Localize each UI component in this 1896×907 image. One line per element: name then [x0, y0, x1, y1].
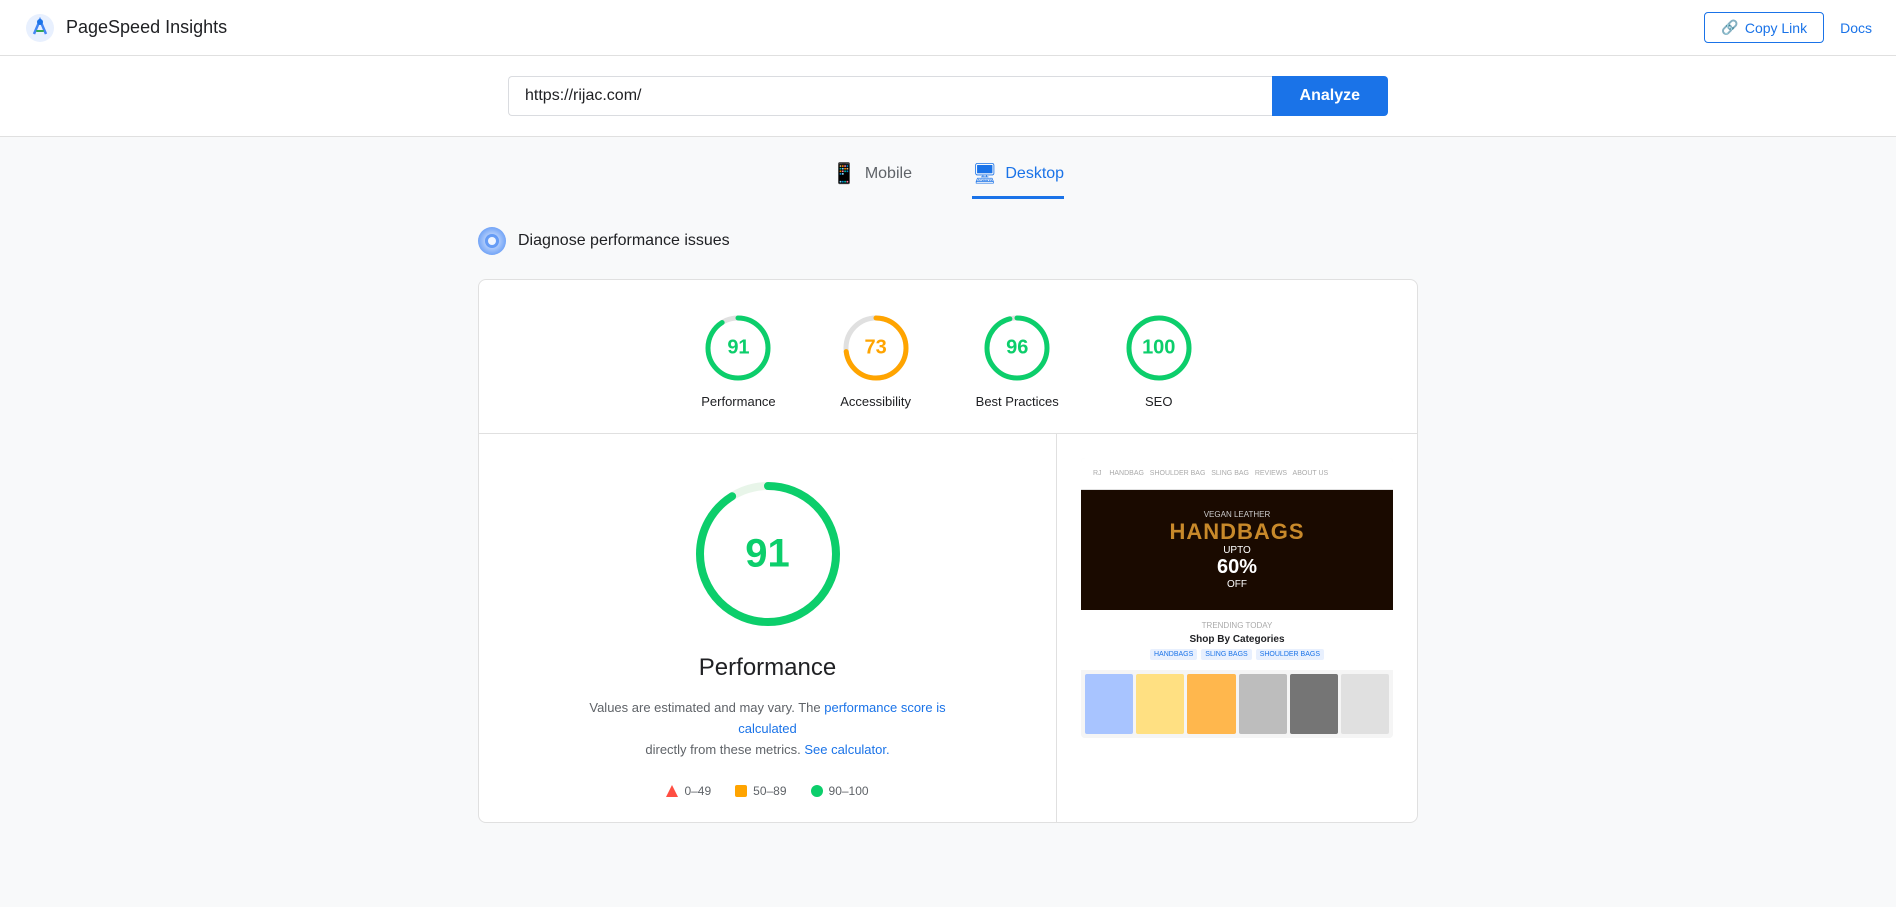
- detail-title: Performance: [699, 654, 836, 682]
- desc-mid: directly from these metrics.: [645, 742, 800, 757]
- score-item-performance: 91 Performance: [701, 312, 775, 409]
- screenshot-nav: RJ HANDBAG SHOULDER BAG SLING BAG REVIEW…: [1081, 458, 1393, 490]
- screenshot-nav-text: RJ HANDBAG SHOULDER BAG SLING BAG REVIEW…: [1093, 470, 1328, 477]
- screenshot-thumbnails: [1081, 670, 1393, 738]
- cat-tags: HANDBAGS SLING BAGS SHOULDER BAGS: [1150, 649, 1324, 660]
- big-gauge-value: 91: [745, 532, 790, 577]
- detail-right: RJ HANDBAG SHOULDER BAG SLING BAG REVIEW…: [1057, 434, 1417, 822]
- header-actions: 🔗 Copy Link Docs: [1704, 12, 1872, 43]
- diagnose-text: Diagnose performance issues: [518, 232, 730, 250]
- trending-title: TRENDING TODAY: [1202, 621, 1273, 630]
- thumb-2: [1136, 674, 1184, 734]
- legend-fail: 0–49: [666, 784, 711, 798]
- url-input[interactable]: [508, 76, 1272, 116]
- banner-upto: UPTO: [1169, 545, 1304, 556]
- diagnose-banner: Diagnose performance issues: [478, 223, 1418, 259]
- banner-handbags: HANDBAGS: [1169, 519, 1304, 545]
- link-icon: 🔗: [1721, 19, 1738, 36]
- desc-static: Values are estimated and may vary. The: [589, 700, 820, 715]
- thumb-4: [1239, 674, 1287, 734]
- shop-title: Shop By Categories: [1189, 634, 1284, 645]
- legend-average: 50–89: [735, 784, 786, 798]
- main-content: 📱 Mobile 🖥 Desktop Diagnose performance …: [458, 137, 1438, 847]
- analyze-button[interactable]: Analyze: [1272, 76, 1388, 116]
- legend-average-label: 50–89: [753, 784, 786, 798]
- good-icon: [811, 785, 823, 797]
- gauge-value-performance: 91: [727, 337, 749, 360]
- copy-link-label: Copy Link: [1745, 20, 1807, 36]
- detail-description: Values are estimated and may vary. The p…: [578, 698, 958, 760]
- gauge-best-practices: 96: [981, 312, 1053, 384]
- score-item-best-practices: 96 Best Practices: [976, 312, 1059, 409]
- score-label-performance: Performance: [701, 394, 775, 409]
- banner-vegan: VEGAN LEATHER: [1169, 510, 1304, 519]
- screenshot-categories: TRENDING TODAY Shop By Categories HANDBA…: [1081, 610, 1393, 670]
- legend-good-label: 90–100: [829, 784, 869, 798]
- thumb-1: [1085, 674, 1133, 734]
- calculator-link[interactable]: See calculator.: [804, 742, 889, 757]
- header: PageSpeed Insights 🔗 Copy Link Docs: [0, 0, 1896, 56]
- banner-percent: 60%: [1169, 556, 1304, 579]
- diagnose-icon: [478, 227, 506, 255]
- pagespeed-logo: [24, 12, 56, 44]
- detail-section: 91 Performance Values are estimated and …: [479, 434, 1417, 822]
- docs-link[interactable]: Docs: [1840, 20, 1872, 36]
- results-card: 91 Performance 73 Accessibility: [478, 279, 1418, 823]
- legend-good: 90–100: [811, 784, 869, 798]
- detail-left: 91 Performance Values are estimated and …: [479, 434, 1057, 822]
- screenshot: RJ HANDBAG SHOULDER BAG SLING BAG REVIEW…: [1081, 458, 1393, 738]
- cat-tag-sling: SLING BAGS: [1201, 649, 1251, 660]
- tab-mobile[interactable]: 📱 Mobile: [832, 161, 912, 199]
- gauge-value-best-practices: 96: [1006, 337, 1028, 360]
- big-gauge-performance: 91: [688, 474, 848, 634]
- legend-row: 0–49 50–89 90–100: [666, 784, 868, 798]
- search-bar: Analyze: [508, 76, 1388, 116]
- gauge-accessibility: 73: [840, 312, 912, 384]
- scores-row: 91 Performance 73 Accessibility: [479, 280, 1417, 434]
- gauge-value-seo: 100: [1142, 337, 1175, 360]
- banner-off: OFF: [1169, 579, 1304, 590]
- tabs-row: 📱 Mobile 🖥 Desktop: [478, 161, 1418, 199]
- average-icon: [735, 785, 747, 797]
- mobile-icon: 📱: [832, 161, 857, 186]
- thumb-6: [1341, 674, 1389, 734]
- score-label-accessibility: Accessibility: [840, 394, 911, 409]
- thumb-3: [1187, 674, 1235, 734]
- tab-desktop-label: Desktop: [1005, 165, 1064, 183]
- tab-desktop[interactable]: 🖥 Desktop: [972, 161, 1064, 199]
- score-label-best-practices: Best Practices: [976, 394, 1059, 409]
- cat-tag-shoulder: SHOULDER BAGS: [1256, 649, 1324, 660]
- search-area: Analyze: [0, 56, 1896, 137]
- legend-fail-label: 0–49: [684, 784, 711, 798]
- desktop-icon: 🖥: [972, 161, 997, 186]
- score-item-accessibility: 73 Accessibility: [840, 312, 912, 409]
- tab-mobile-label: Mobile: [865, 165, 912, 183]
- app-title: PageSpeed Insights: [66, 17, 227, 38]
- score-label-seo: SEO: [1145, 394, 1172, 409]
- screenshot-banner: VEGAN LEATHER HANDBAGS UPTO 60% OFF: [1081, 490, 1393, 610]
- logo-area: PageSpeed Insights: [24, 12, 227, 44]
- fail-icon: [666, 785, 678, 797]
- gauge-value-accessibility: 73: [865, 337, 887, 360]
- banner-content: VEGAN LEATHER HANDBAGS UPTO 60% OFF: [1169, 510, 1304, 590]
- copy-link-button[interactable]: 🔗 Copy Link: [1704, 12, 1824, 43]
- gauge-performance: 91: [702, 312, 774, 384]
- thumb-5: [1290, 674, 1338, 734]
- cat-tag-handbags: HANDBAGS: [1150, 649, 1197, 660]
- score-item-seo: 100 SEO: [1123, 312, 1195, 409]
- gauge-seo: 100: [1123, 312, 1195, 384]
